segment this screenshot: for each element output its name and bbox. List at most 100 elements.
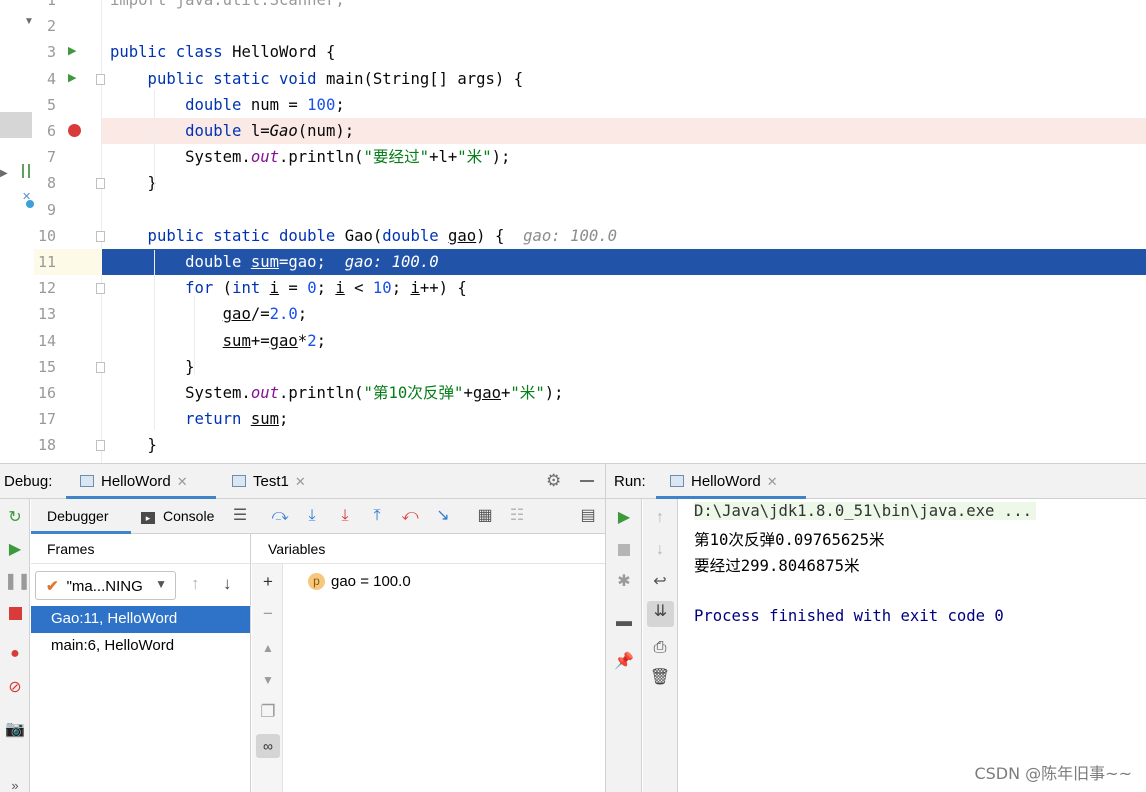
- code-line[interactable]: public class HelloWord {: [102, 39, 1146, 65]
- show-watches-icon[interactable]: ∞: [256, 734, 280, 758]
- line-number: 6: [46, 122, 56, 140]
- code-line[interactable]: }: [102, 432, 1146, 458]
- gutter-line[interactable]: 9: [34, 197, 102, 223]
- tab-run-helloword[interactable]: HelloWord ✕: [656, 464, 806, 499]
- gutter-line[interactable]: 12: [34, 275, 105, 301]
- gutter-line[interactable]: 11: [34, 249, 102, 275]
- arrow-up-icon[interactable]: ↑: [191, 574, 200, 594]
- code-line[interactable]: [102, 13, 1146, 39]
- variable-row[interactable]: p gao = 100.0: [308, 573, 411, 590]
- gutter-line[interactable]: 8: [34, 170, 105, 196]
- run-gutter-icon[interactable]: ▶: [68, 71, 76, 84]
- gutter-line[interactable]: 16: [34, 380, 102, 406]
- run-to-cursor-icon[interactable]: ↘: [432, 506, 454, 526]
- more-icon[interactable]: »: [4, 775, 26, 792]
- run-console[interactable]: D:\Java\jdk1.8.0_51\bin\java.exe ... 第10…: [678, 499, 1146, 792]
- gutter-line[interactable]: 5: [34, 92, 102, 118]
- step-out-icon[interactable]: ⤒: [366, 506, 388, 526]
- gutter-line[interactable]: 3 ▶: [34, 39, 102, 65]
- code-token: );: [544, 384, 564, 402]
- layout-icon[interactable]: ▤: [577, 506, 599, 526]
- soft-wrap-icon[interactable]: ↩: [649, 571, 671, 593]
- code-token: public static double: [110, 226, 345, 245]
- gutter-line[interactable]: 7: [34, 144, 102, 170]
- tab-console[interactable]: ▸ Console: [141, 508, 214, 524]
- scroll-to-end-icon[interactable]: ⇊: [647, 601, 674, 627]
- close-icon[interactable]: ✕: [767, 474, 778, 489]
- gutter-line[interactable]: 10: [34, 223, 105, 249]
- resume-icon[interactable]: ▶: [4, 539, 26, 561]
- force-step-into-icon[interactable]: ⤓: [334, 506, 356, 526]
- gutter-line[interactable]: 4 ▶: [34, 66, 105, 92]
- line-number: 11: [37, 253, 56, 271]
- code-line[interactable]: }: [102, 354, 1146, 380]
- step-over-icon[interactable]: ⤼: [269, 506, 291, 526]
- layout-icon[interactable]: ▬: [613, 611, 635, 633]
- gutter-line[interactable]: 2: [34, 13, 102, 39]
- code-line[interactable]: }: [102, 170, 1146, 196]
- code-token: 2: [307, 331, 317, 350]
- trash-icon[interactable]: 🗑: [649, 667, 671, 689]
- tab-test1[interactable]: Test1 ✕: [222, 464, 332, 499]
- editor-gutter[interactable]: 1 2 3 ▶ 4 ▶ 5 6 7 8 9 10 11 12 13 14 15 16 17 18: [34, 0, 105, 463]
- gear-icon[interactable]: ⚙: [546, 471, 561, 491]
- code-line[interactable]: for (int i = 0; i < 10; i++) {: [102, 275, 1146, 301]
- code-line[interactable]: double num = 100;: [102, 92, 1146, 118]
- code-line[interactable]: return sum;: [102, 406, 1146, 432]
- code-line[interactable]: [102, 197, 1146, 223]
- code-line[interactable]: public static double Gao(double gao) { g…: [102, 223, 1146, 249]
- expand-arrow-icon[interactable]: ▶: [0, 168, 8, 179]
- minimize-icon[interactable]: [580, 480, 594, 482]
- code-token: i: [410, 279, 420, 298]
- code-token: gao: 100.0: [344, 253, 439, 271]
- code-line[interactable]: System.out.println("要经过"+l+"米");: [102, 144, 1146, 170]
- view-breakpoints-icon[interactable]: ●: [4, 643, 26, 665]
- gutter-line[interactable]: 6: [34, 118, 102, 144]
- run-gutter-icon[interactable]: ▶: [68, 44, 76, 57]
- breakpoint-icon[interactable]: [68, 124, 81, 137]
- camera-icon[interactable]: 📷: [4, 719, 26, 741]
- test-icon: [22, 164, 30, 178]
- code-line[interactable]: double sum=gao; gao: 100.0: [102, 249, 1146, 275]
- pin-icon[interactable]: 📌: [613, 651, 635, 673]
- close-icon[interactable]: ✕: [295, 474, 306, 489]
- code-editor[interactable]: ▼ ▶ ✕ 1 2 3 ▶ 4 ▶ 5 6 7 8 9 10 11 12 13 14 15 16 17 18 impo…: [0, 0, 1146, 463]
- code-line[interactable]: public static void main(String[] args) {: [102, 66, 1146, 92]
- code-line[interactable]: System.out.println("第10次反弹"+gao+"米");: [102, 380, 1146, 406]
- code-token: gao: [222, 305, 251, 324]
- code-line[interactable]: sum+=gao*2;: [102, 328, 1146, 354]
- menu-icon[interactable]: ☰: [229, 506, 251, 526]
- arrow-down-icon[interactable]: ↓: [223, 574, 232, 594]
- code-token: for: [110, 279, 223, 298]
- gutter-line[interactable]: 18: [34, 432, 105, 458]
- gutter-line[interactable]: 17: [34, 406, 102, 432]
- code-token: gao: [448, 226, 477, 245]
- play-icon[interactable]: ▶: [613, 507, 635, 529]
- add-watch-icon[interactable]: +: [256, 570, 280, 594]
- tab-helloword[interactable]: HelloWord ✕: [66, 464, 216, 499]
- evaluate-icon[interactable]: ▦: [474, 506, 496, 526]
- code-line[interactable]: import java.util.Scanner;: [102, 0, 1146, 13]
- stop-icon[interactable]: [4, 603, 26, 625]
- code-token: Gao: [344, 226, 373, 245]
- gutter-line[interactable]: 1: [34, 0, 102, 13]
- code-line[interactable]: gao/=2.0;: [102, 301, 1146, 327]
- frame-row[interactable]: main:6, HelloWord: [31, 633, 250, 660]
- gutter-line[interactable]: 14: [34, 328, 102, 354]
- gutter-line[interactable]: 15: [34, 354, 105, 380]
- rerun-icon[interactable]: ↻: [4, 507, 26, 529]
- step-into-icon[interactable]: ⤓: [301, 506, 323, 526]
- mute-breakpoints-icon[interactable]: ⊘: [4, 677, 26, 699]
- thread-selector[interactable]: ✔ "ma...NING ▼: [35, 571, 176, 600]
- collapse-arrow-icon[interactable]: ▼: [24, 16, 34, 27]
- pause-icon[interactable]: ❚❚: [4, 571, 31, 593]
- code-token: out: [250, 384, 279, 402]
- code-line[interactable]: double l=Gao(num);: [102, 118, 1146, 144]
- print-icon[interactable]: ⎙: [649, 637, 671, 659]
- debug-side-toolbar: ↻ ▶ ❚❚ ● ⊘ 📷 »: [0, 499, 31, 792]
- tab-label: Test1: [253, 473, 289, 490]
- close-icon[interactable]: ✕: [177, 474, 188, 489]
- gutter-line[interactable]: 13: [34, 301, 102, 327]
- drop-frame-icon[interactable]: ⤺: [399, 506, 421, 526]
- frame-row[interactable]: Gao:11, HelloWord: [31, 606, 250, 633]
